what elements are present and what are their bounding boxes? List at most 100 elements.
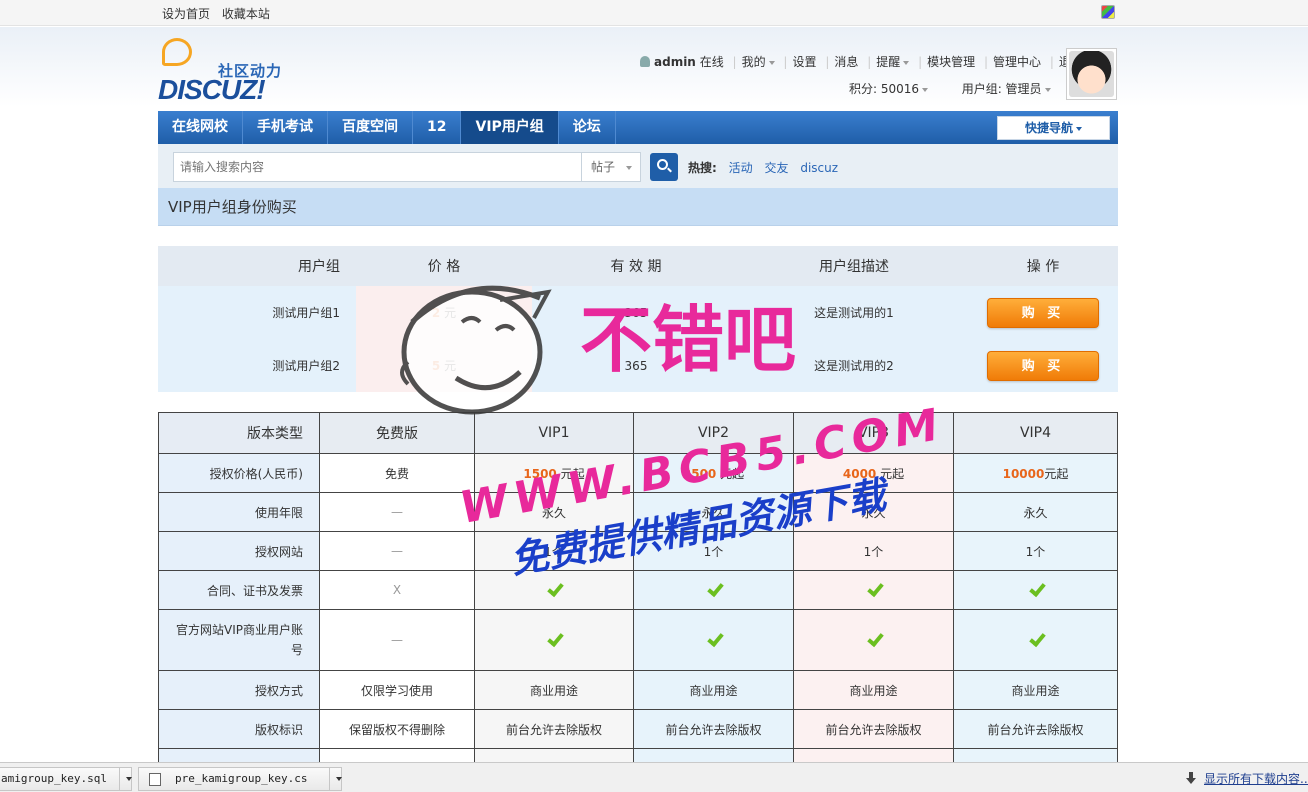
chevron-down-icon [903, 60, 910, 65]
table-row: 授权方式 仅限学习使用 商业用途 商业用途 商业用途 商业用途 [158, 670, 1118, 710]
hot-search-link[interactable]: 交友 [764, 161, 788, 175]
row-label: 授权网站 [158, 531, 320, 571]
col-header: 操 作 [968, 246, 1118, 286]
hot-search-link[interactable]: discuz [800, 161, 838, 175]
group-desc: 这是测试用的2 [740, 339, 968, 392]
group-period: 365 [532, 339, 740, 392]
col-header: 免费版 [319, 412, 475, 454]
download-item[interactable]: pre_kamigroup_key.cs [138, 767, 342, 791]
theme-switch-icon[interactable] [1101, 5, 1115, 19]
table-cell: 前台允许去除版权 [953, 709, 1118, 749]
table-cell: 免费 [319, 453, 475, 493]
online-status: 在线 [699, 55, 724, 69]
table-row: 授权网站 — 1个 1个 1个 1个 [158, 531, 1118, 571]
nav-item-vip-group[interactable]: VIP用户组 [461, 111, 559, 144]
table-cell: 商业用途 [633, 670, 794, 710]
reminders-menu[interactable]: 提醒 [876, 55, 900, 69]
settings-link[interactable]: 设置 [792, 55, 816, 69]
table-cell: 1个 [474, 531, 634, 571]
points-menu[interactable]: 积分: 50016 [849, 82, 919, 96]
table-cell [633, 609, 794, 671]
file-icon [149, 773, 161, 786]
download-menu-button[interactable] [119, 768, 132, 790]
table-cell: 永久 [793, 492, 954, 532]
row-label: 授权价格(人民币) [158, 453, 320, 493]
download-bar: amigroup_key.sql pre_kamigroup_key.cs 显示… [0, 762, 1308, 792]
nav-item-12[interactable]: 12 [413, 111, 462, 144]
nav-item-forum[interactable]: 论坛 [559, 111, 616, 144]
my-menu[interactable]: 我的 [742, 55, 766, 69]
nav-item-online-school[interactable]: 在线网校 [158, 111, 243, 144]
group-name: 测试用户组2 [158, 339, 356, 392]
hot-search: 热搜: 活动 交友 discuz [688, 159, 846, 176]
table-cell: 1个 [953, 531, 1118, 571]
usergroup-menu[interactable]: 用户组: 管理员 [962, 82, 1042, 96]
table-header-row: 用户组 价 格 有 效 期 用户组描述 操 作 [158, 246, 1118, 286]
nav-item-mobile-exam[interactable]: 手机考试 [243, 111, 328, 144]
table-cell: 1500 元起 [474, 453, 634, 493]
module-admin-link[interactable]: 模块管理 [927, 55, 975, 69]
nav-item-baidu-space[interactable]: 百度空间 [328, 111, 413, 144]
download-item[interactable]: amigroup_key.sql [0, 767, 132, 791]
bookmark-link[interactable]: 收藏本站 [222, 7, 270, 21]
table-cell: 商业用途 [953, 670, 1118, 710]
table-row: 官方网站VIP商业用户账号 — [158, 609, 1118, 671]
table-cell [793, 609, 954, 671]
col-header: VIP1 [474, 412, 634, 454]
table-cell: 保留版权不得删除 [319, 709, 475, 749]
hot-search-label: 热搜: [688, 161, 717, 175]
table-cell [633, 570, 794, 610]
chevron-down-icon [126, 777, 132, 781]
quick-nav-label: 快捷导航 [1024, 121, 1073, 135]
table-cell [474, 609, 634, 671]
buy-button[interactable]: 购 买 [987, 297, 1099, 328]
main-nav: 在线网校 手机考试 百度空间 12 VIP用户组 论坛 快捷导航 [158, 111, 1118, 144]
hot-search-link[interactable]: 活动 [729, 161, 753, 175]
avatar-image [1069, 51, 1114, 97]
col-header: 版本类型 [158, 412, 320, 454]
user-stats: 积分: 50016 用户组: 管理员 [849, 80, 1051, 97]
page-title: VIP用户组身份购买 [158, 188, 1118, 226]
download-menu-button[interactable] [329, 768, 342, 790]
table-cell: 前台允许去除版权 [633, 709, 794, 749]
table-cell: 商业用途 [474, 670, 634, 710]
show-all-downloads-link[interactable]: 显示所有下载内容... [1186, 770, 1308, 787]
search-input[interactable] [173, 152, 582, 182]
table-cell: 10000元起 [953, 453, 1118, 493]
col-header: VIP4 [953, 412, 1118, 454]
table-cell: 1个 [633, 531, 794, 571]
top-links: 设为首页 收藏本站 [162, 5, 278, 22]
table-cell: 仅限学习使用 [319, 670, 475, 710]
quick-nav-button[interactable]: 快捷导航 [997, 116, 1110, 140]
set-home-link[interactable]: 设为首页 [162, 7, 210, 21]
col-header: VIP2 [633, 412, 794, 454]
search-button[interactable] [650, 153, 678, 181]
group-period: 365 [532, 286, 740, 339]
group-price: 5 元 [356, 339, 532, 392]
chevron-down-icon [336, 777, 342, 781]
table-row: 测试用户组2 5 元 365 这是测试用的2 购 买 [158, 339, 1118, 392]
download-filename: amigroup_key.sql [1, 772, 107, 785]
row-label: 授权方式 [158, 670, 320, 710]
table-cell: 永久 [953, 492, 1118, 532]
table-cell: — [319, 531, 475, 571]
col-header: VIP3 [793, 412, 954, 454]
col-header: 价 格 [356, 246, 532, 286]
username-link[interactable]: admin [654, 55, 696, 69]
avatar[interactable] [1066, 48, 1117, 100]
search-type-select[interactable]: 帖子 [581, 152, 641, 182]
group-price: 2 元 [356, 286, 532, 339]
site-logo[interactable]: 社区动力 DISCUZ! [158, 36, 298, 106]
buy-button[interactable]: 购 买 [987, 350, 1099, 381]
row-label: 版权标识 [158, 709, 320, 749]
chevron-down-icon [922, 87, 929, 92]
table-header-row: 版本类型 免费版 VIP1 VIP2 VIP3 VIP4 [158, 412, 1118, 454]
messages-link[interactable]: 消息 [834, 55, 858, 69]
table-cell: 永久 [474, 492, 634, 532]
col-header: 用户组 [158, 246, 356, 286]
admin-center-link[interactable]: 管理中心 [993, 55, 1041, 69]
row-label: 使用年限 [158, 492, 320, 532]
table-cell: — [319, 492, 475, 532]
table-cell [953, 570, 1118, 610]
chevron-down-icon [1076, 126, 1082, 131]
